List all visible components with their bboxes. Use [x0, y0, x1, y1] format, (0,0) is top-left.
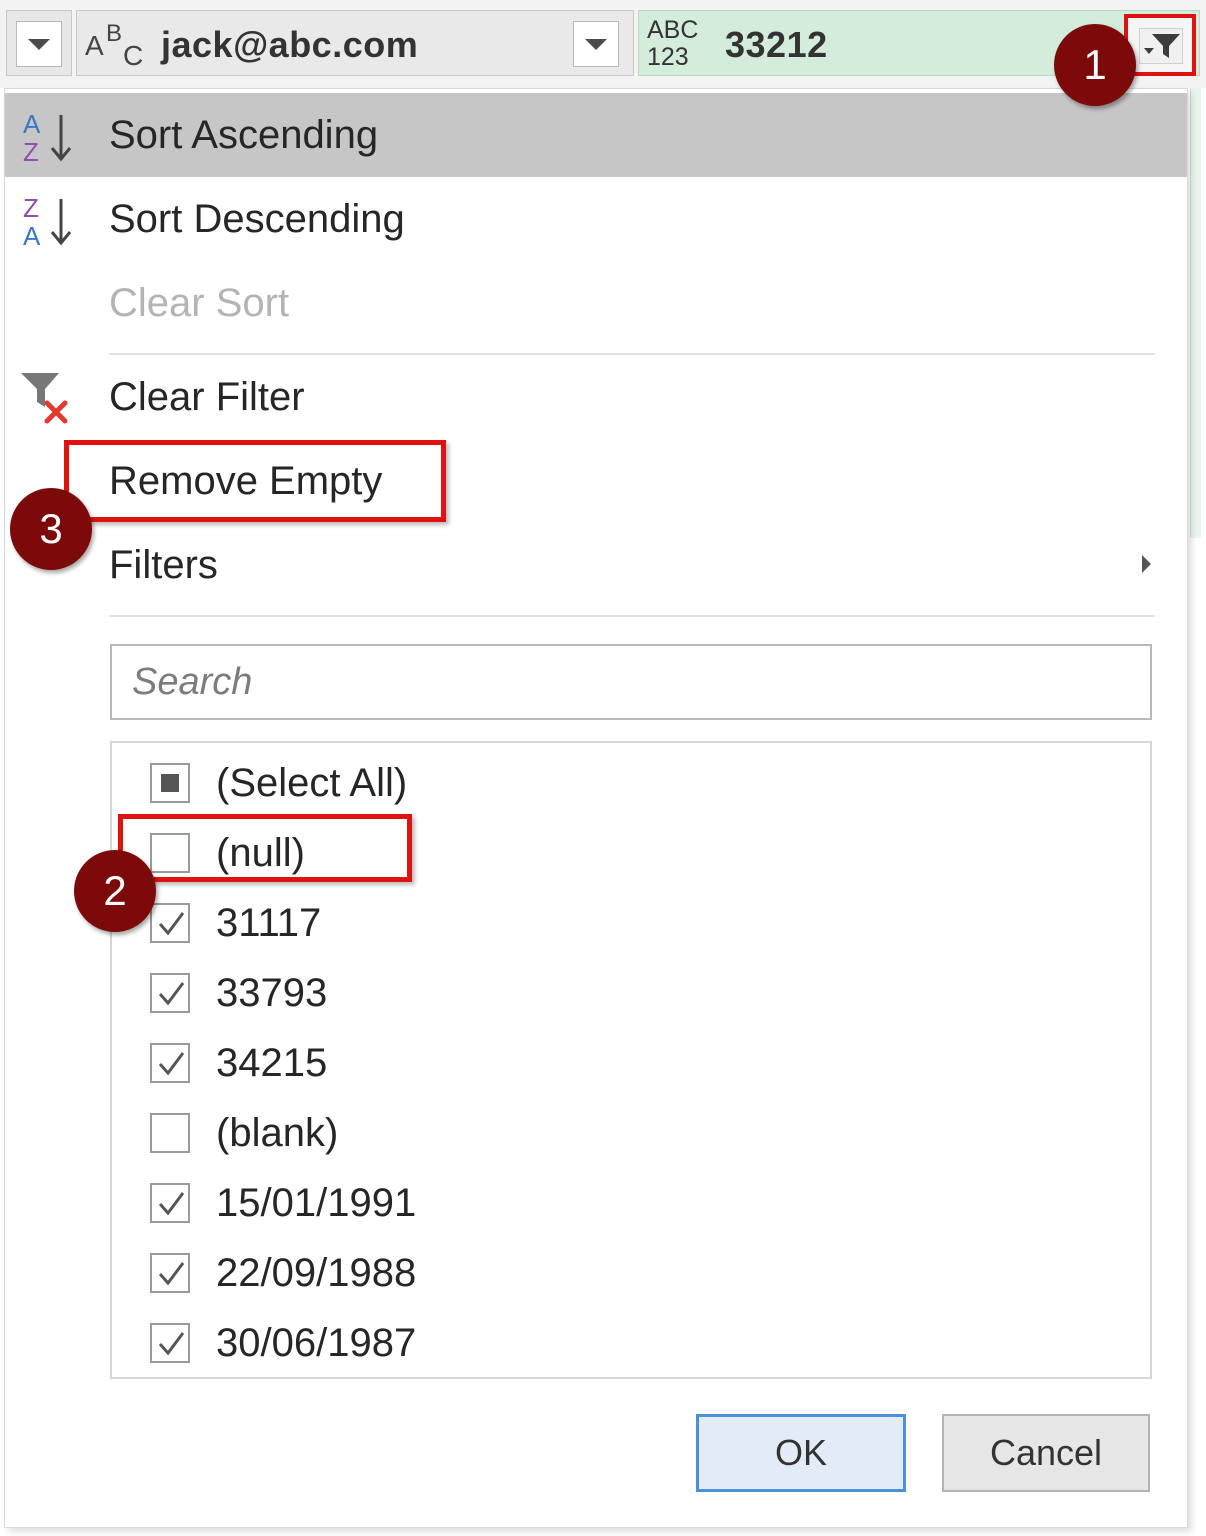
abc-type-icon[interactable]: ABC: [85, 20, 147, 71]
step-1-badge: 1: [1054, 24, 1136, 106]
list-item-blank[interactable]: (blank): [112, 1097, 1150, 1167]
checkmark-icon: [158, 1332, 185, 1356]
clear-sort-menu-item: Clear Sort: [5, 261, 1187, 345]
sort-ascending-label: Sort Ascending: [109, 113, 379, 157]
checkmark-icon: [158, 1262, 185, 1286]
cancel-button[interactable]: Cancel: [942, 1414, 1150, 1492]
blank-checkbox[interactable]: [150, 1113, 190, 1153]
svg-text:A: A: [23, 109, 41, 139]
list-item[interactable]: 33793: [112, 957, 1150, 1027]
list-item-label: 15/01/1991: [216, 1181, 417, 1225]
sort-descending-icon: Z A: [23, 193, 72, 251]
list-item-select-all[interactable]: (Select All): [112, 747, 1150, 817]
step-3-badge: 3: [10, 488, 92, 570]
list-item[interactable]: 31117: [112, 887, 1150, 957]
checkmark-icon: [158, 912, 185, 936]
list-item-label: (blank): [216, 1111, 339, 1155]
sort-descending-label: Sort Descending: [109, 197, 405, 241]
list-item-label: 30/06/1987: [216, 1321, 417, 1365]
email-column-title: jack@abc.com: [161, 24, 419, 65]
clear-filter-icon: [21, 373, 68, 424]
chevron-down-icon: [585, 38, 607, 50]
list-item[interactable]: 22/09/1988: [112, 1237, 1150, 1307]
email-column-header[interactable]: ABC jack@abc.com: [76, 10, 634, 76]
chevron-right-icon: [1142, 555, 1151, 573]
list-item-label: 22/09/1988: [216, 1251, 417, 1295]
type-label-abc: ABC: [647, 16, 699, 44]
clear-filter-menu-item[interactable]: Clear Filter: [5, 355, 1187, 439]
list-item-label: 33793: [216, 971, 328, 1015]
clear-filter-label: Clear Filter: [109, 375, 305, 419]
search-input[interactable]: [110, 644, 1152, 720]
checkmark-icon: [158, 982, 185, 1006]
previous-column-dropdown-button[interactable]: [16, 21, 62, 67]
list-item[interactable]: 30/06/1987: [112, 1307, 1150, 1377]
value-checkbox[interactable]: [150, 903, 190, 943]
sort-descending-menu-item[interactable]: Z A Sort Descending: [5, 177, 1187, 261]
chevron-down-icon: [28, 38, 50, 50]
list-item[interactable]: 34215: [112, 1027, 1150, 1097]
filters-menu-item[interactable]: Filters: [5, 523, 1187, 607]
value-checkbox[interactable]: [150, 1043, 190, 1083]
list-item-label: 34215: [216, 1041, 328, 1085]
svg-text:A: A: [23, 221, 41, 251]
email-column-dropdown-button[interactable]: [573, 21, 619, 67]
sort-ascending-icon: A Z: [23, 109, 72, 167]
svg-text:Z: Z: [23, 193, 39, 223]
zip-column-title: 33212: [725, 24, 828, 65]
value-checkbox[interactable]: [150, 973, 190, 1013]
column-header-row: ABC jack@abc.com ABC 123 33212: [0, 0, 1206, 88]
adjacent-column-edge: [1190, 88, 1201, 538]
remove-empty-highlight-box: [64, 440, 446, 522]
list-item-label: 31117: [216, 901, 322, 945]
value-checkbox[interactable]: [150, 1183, 190, 1223]
indeterminate-mark-icon: [161, 774, 179, 792]
value-checkbox[interactable]: [150, 1323, 190, 1363]
null-highlight-box: [118, 814, 412, 882]
previous-column-header: [6, 10, 72, 76]
menu-separator: [109, 615, 1155, 617]
filters-label: Filters: [109, 543, 218, 587]
column-filter-menu: A Z Sort Ascending Z A Sort Descending C…: [4, 88, 1188, 1528]
list-item[interactable]: 15/01/1991: [112, 1167, 1150, 1237]
select-all-checkbox[interactable]: [150, 763, 190, 803]
list-item-label: (Select All): [216, 761, 408, 805]
any-type-icon[interactable]: ABC 123: [647, 17, 707, 71]
checkmark-icon: [158, 1052, 185, 1076]
ok-button[interactable]: OK: [696, 1414, 906, 1492]
checkmark-icon: [158, 1192, 185, 1216]
clear-sort-label: Clear Sort: [109, 281, 290, 325]
filter-dropdown-icon: [1144, 34, 1180, 58]
type-label-123: 123: [647, 43, 689, 71]
svg-text:Z: Z: [23, 137, 39, 167]
sort-ascending-menu-item[interactable]: A Z Sort Ascending: [5, 93, 1187, 177]
value-checkbox[interactable]: [150, 1253, 190, 1293]
step-2-badge: 2: [74, 850, 156, 932]
